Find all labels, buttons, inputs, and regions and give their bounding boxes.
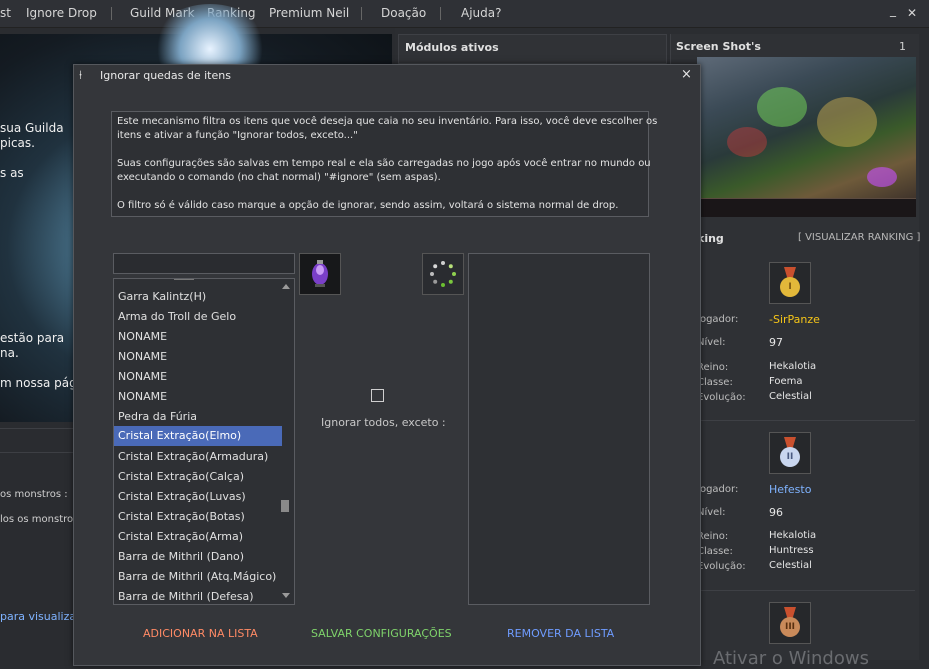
add-to-list-button[interactable]: ADICIONAR NA LISTA bbox=[143, 627, 258, 640]
list-item[interactable]: Cristal Extração(Luvas) bbox=[118, 490, 246, 503]
list-scroll-cut bbox=[174, 279, 194, 280]
purple-gem-icon bbox=[312, 260, 328, 287]
list-item[interactable]: NONAME bbox=[118, 350, 167, 363]
realm-label: Reino: bbox=[697, 531, 729, 542]
left-text-line: estão para bbox=[0, 331, 65, 345]
realm-value: Hekalotia bbox=[769, 530, 817, 541]
menu-separator bbox=[440, 7, 441, 20]
list-item[interactable]: Cristal Extração(Armadura) bbox=[118, 450, 268, 463]
windows-activation-watermark: Ativar o Windows bbox=[713, 648, 869, 669]
medal-number: I bbox=[780, 277, 800, 297]
screenshots-count: 1 bbox=[899, 40, 906, 53]
list-item-selected[interactable]: Cristal Extração(Elmo) bbox=[114, 426, 282, 446]
close-icon[interactable]: ✕ bbox=[907, 6, 917, 20]
divider bbox=[690, 420, 915, 421]
realm-label: Reino: bbox=[697, 362, 729, 373]
dialog-app-icon: ⍿ bbox=[79, 68, 83, 82]
gold-medal-icon: I bbox=[769, 262, 811, 304]
class-label: Classe: bbox=[697, 377, 733, 388]
left-text-line: sua Guilda bbox=[0, 121, 64, 135]
loading-spinner-icon bbox=[422, 253, 464, 295]
menu-item-premium-neil[interactable]: Premium Neil bbox=[269, 6, 349, 20]
active-modules-title: Módulos ativos bbox=[405, 41, 499, 54]
class-label: Classe: bbox=[697, 546, 733, 557]
dialog-title: Ignorar quedas de itens bbox=[100, 69, 231, 82]
info-line: itens e ativar a função "Ignorar todos, … bbox=[117, 130, 358, 141]
menu-separator bbox=[361, 7, 362, 20]
silver-medal-icon: II bbox=[769, 432, 811, 474]
level-label: Nível: bbox=[697, 337, 726, 348]
player-label: Jogador: bbox=[697, 484, 739, 495]
level-value: 96 bbox=[769, 506, 783, 519]
left-text-line: picas. bbox=[0, 136, 35, 150]
screenshot-thumbnail[interactable] bbox=[697, 57, 916, 217]
info-line: executando o comando (no chat normal) "#… bbox=[117, 172, 441, 183]
menu-separator bbox=[111, 7, 112, 20]
level-value: 97 bbox=[769, 336, 783, 349]
evolution-label: Evolução: bbox=[697, 392, 746, 403]
info-line: Este mecanismo filtra os itens que você … bbox=[117, 116, 658, 127]
screenshots-title: Screen Shot's bbox=[676, 40, 761, 53]
left-small-text: los os monstros bbox=[0, 514, 79, 525]
list-item[interactable]: Barra de Mithril (Atq.Mágico) bbox=[118, 570, 276, 583]
ignore-exception-list[interactable] bbox=[468, 253, 650, 605]
list-item[interactable]: Cristal Extração(Botas) bbox=[118, 510, 245, 523]
scroll-down-icon[interactable] bbox=[282, 593, 290, 598]
list-item[interactable]: Barra de Mithril (Dano) bbox=[118, 550, 244, 563]
list-item[interactable]: Pedra da Fúria bbox=[118, 410, 197, 423]
ranking-title: king bbox=[697, 232, 724, 245]
view-ranking-link[interactable]: [ VISUALIZAR RANKING ] bbox=[798, 232, 920, 243]
ignore-all-except-checkbox[interactable] bbox=[371, 389, 384, 402]
list-item[interactable]: NONAME bbox=[118, 390, 167, 403]
menu-item-doacao[interactable]: Doação bbox=[381, 6, 426, 20]
info-text-box: Este mecanismo filtra os itens que você … bbox=[111, 111, 657, 217]
info-line: Suas configurações são salvas em tempo r… bbox=[117, 158, 651, 169]
realm-value: Hekalotia bbox=[769, 361, 817, 372]
scroll-up-icon[interactable] bbox=[282, 284, 290, 289]
menu-item-ignore-drop[interactable]: Ignore Drop bbox=[26, 6, 97, 20]
left-view-link[interactable]: para visualizar bbox=[0, 610, 81, 623]
scrollbar-thumb[interactable] bbox=[281, 500, 289, 512]
list-item[interactable]: NONAME bbox=[118, 370, 167, 383]
player-name[interactable]: Hefesto bbox=[769, 483, 811, 496]
minimize-icon[interactable]: _ bbox=[890, 3, 896, 17]
evolution-label: Evolução: bbox=[697, 561, 746, 572]
active-modules-header: Módulos ativos bbox=[398, 34, 667, 64]
bronze-medal-icon: III bbox=[769, 602, 811, 644]
class-value: Huntress bbox=[769, 545, 814, 556]
dialog-close-button[interactable]: × bbox=[681, 67, 692, 82]
list-item[interactable]: Garra Kalintz(H) bbox=[118, 290, 206, 303]
list-item[interactable]: Cristal Extração(Calça) bbox=[118, 470, 244, 483]
item-list-scrollbar[interactable] bbox=[280, 280, 292, 602]
remove-from-list-button[interactable]: REMOVER DA LISTA bbox=[507, 627, 614, 640]
list-item[interactable]: Barra de Mithril (Defesa) bbox=[118, 590, 254, 603]
level-label: Nível: bbox=[697, 507, 726, 518]
save-settings-button[interactable]: SALVAR CONFIGURAÇÕES bbox=[311, 627, 452, 640]
top-menu-bar: st Ignore Drop Guild Mark Ranking Premiu… bbox=[0, 0, 929, 28]
evolution-value: Celestial bbox=[769, 560, 812, 571]
left-small-text: os monstros : bbox=[0, 489, 68, 500]
player-label: Jogador: bbox=[697, 314, 739, 325]
medal-number: II bbox=[780, 447, 800, 467]
item-search-input[interactable] bbox=[113, 253, 295, 274]
menu-item-st[interactable]: st bbox=[0, 6, 11, 20]
left-text-line: s as bbox=[0, 166, 24, 180]
medal-number: III bbox=[780, 617, 800, 637]
left-text-line: na. bbox=[0, 346, 19, 360]
list-item[interactable]: NONAME bbox=[118, 330, 167, 343]
selected-item-preview bbox=[299, 253, 341, 295]
list-item[interactable]: Cristal Extração(Arma) bbox=[118, 530, 243, 543]
info-line: O filtro só é válido caso marque a opção… bbox=[117, 200, 619, 211]
evolution-value: Celestial bbox=[769, 391, 812, 402]
ignore-all-except-label: Ignorar todos, exceto : bbox=[321, 416, 446, 429]
menu-item-ajuda[interactable]: Ajuda? bbox=[461, 6, 502, 20]
player-name[interactable]: -SirPanze bbox=[769, 313, 820, 326]
class-value: Foema bbox=[769, 376, 803, 387]
divider bbox=[690, 590, 915, 591]
list-item[interactable]: Arma do Troll de Gelo bbox=[118, 310, 236, 323]
item-list[interactable]: Garra Kalintz(H) Arma do Troll de Gelo N… bbox=[113, 278, 295, 605]
